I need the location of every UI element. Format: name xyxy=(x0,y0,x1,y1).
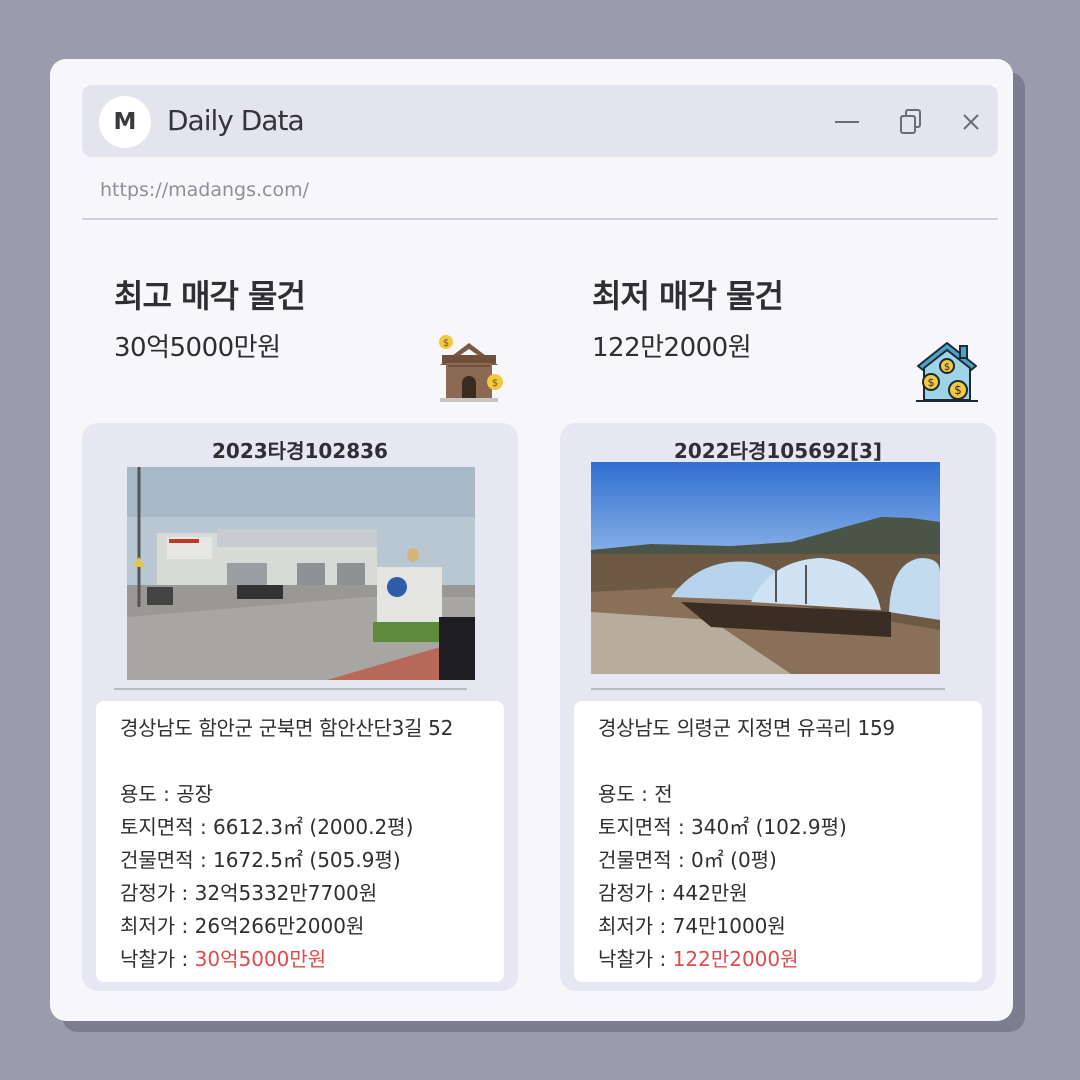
winning-bid: 낙찰가 : 30억5000만원 xyxy=(120,943,480,976)
url-divider xyxy=(82,218,998,220)
land-area: 토지면적 : 6612.3㎡ (2000.2평) xyxy=(120,815,414,839)
lowest-heading: 최저 매각 물건 xyxy=(592,277,784,315)
usage: 용도 : 공장 xyxy=(120,782,214,806)
building-area: 건물면적 : 1672.5㎡ (505.9평) xyxy=(120,848,401,872)
title-bar[interactable]: M Daily Data xyxy=(82,85,998,157)
svg-text:$: $ xyxy=(443,338,449,349)
winning-bid-label: 낙찰가 : xyxy=(120,947,195,971)
lowest-price: 122만2000원 xyxy=(592,333,752,363)
restore-icon[interactable] xyxy=(896,107,926,137)
appraisal-price: 감정가 : 32억5332만7700원 xyxy=(120,881,378,905)
land-area: 토지면적 : 340㎡ (102.9평) xyxy=(598,815,847,839)
card-divider xyxy=(591,688,945,690)
app-window: M Daily Data https://madangs.com/ 최고 매각 … xyxy=(50,59,1013,1021)
building-area: 건물면적 : 0㎡ (0평) xyxy=(598,848,777,872)
lowest-card[interactable]: 2022타경105692[3] 경상남도 의령군 지정면 유곡리 159 용도 … xyxy=(560,423,996,991)
svg-text:$: $ xyxy=(492,378,498,389)
minimize-icon[interactable] xyxy=(832,107,862,137)
app-title: Daily Data xyxy=(167,104,305,137)
property-info: 경상남도 의령군 지정면 유곡리 159 용도 : 전 토지면적 : 340㎡ … xyxy=(574,701,982,982)
case-number[interactable]: 2023타경102836 xyxy=(82,435,518,464)
appraisal-price: 감정가 : 442만원 xyxy=(598,881,748,905)
house-money-icon: $ $ xyxy=(434,335,504,409)
highest-card[interactable]: 2023타경102836 경상남도 함안군 군북면 함안산단3길 52 용도:… xyxy=(82,423,518,991)
app-logo: M xyxy=(99,96,151,148)
property-photo[interactable] xyxy=(591,462,940,674)
highest-price: 30억5000만원 xyxy=(114,333,281,363)
usage: 용도 : 전 xyxy=(598,782,673,806)
highest-heading: 최고 매각 물건 xyxy=(114,277,306,315)
minimum-price: 최저가 : 74만1000원 xyxy=(598,914,786,938)
address: 경상남도 함안군 군북면 함안산단3길 52 xyxy=(120,716,454,740)
case-number[interactable]: 2022타경105692[3] xyxy=(560,435,996,464)
svg-text:$: $ xyxy=(944,362,950,373)
url-text[interactable]: https://madangs.com/ xyxy=(100,179,309,201)
winning-bid-label: 낙찰가 : xyxy=(598,947,673,971)
svg-text:$: $ xyxy=(928,376,935,389)
svg-text:$: $ xyxy=(954,383,962,397)
property-photo[interactable] xyxy=(127,467,475,680)
property-info: 경상남도 함안군 군북면 함안산단3길 52 용도 : 공장 토지면적 : 66… xyxy=(96,701,504,982)
minimum-price: 최저가 : 26억266만2000원 xyxy=(120,914,365,938)
house-coins-icon: $ $ $ xyxy=(916,340,978,408)
winning-bid: 낙찰가 : 122만2000원 xyxy=(598,943,958,976)
close-icon[interactable] xyxy=(956,107,986,137)
winning-bid-value: 30억5000만원 xyxy=(194,947,327,971)
winning-bid-value: 122만2000원 xyxy=(672,947,799,971)
card-divider xyxy=(114,688,467,690)
address: 경상남도 의령군 지정면 유곡리 159 xyxy=(598,716,895,740)
